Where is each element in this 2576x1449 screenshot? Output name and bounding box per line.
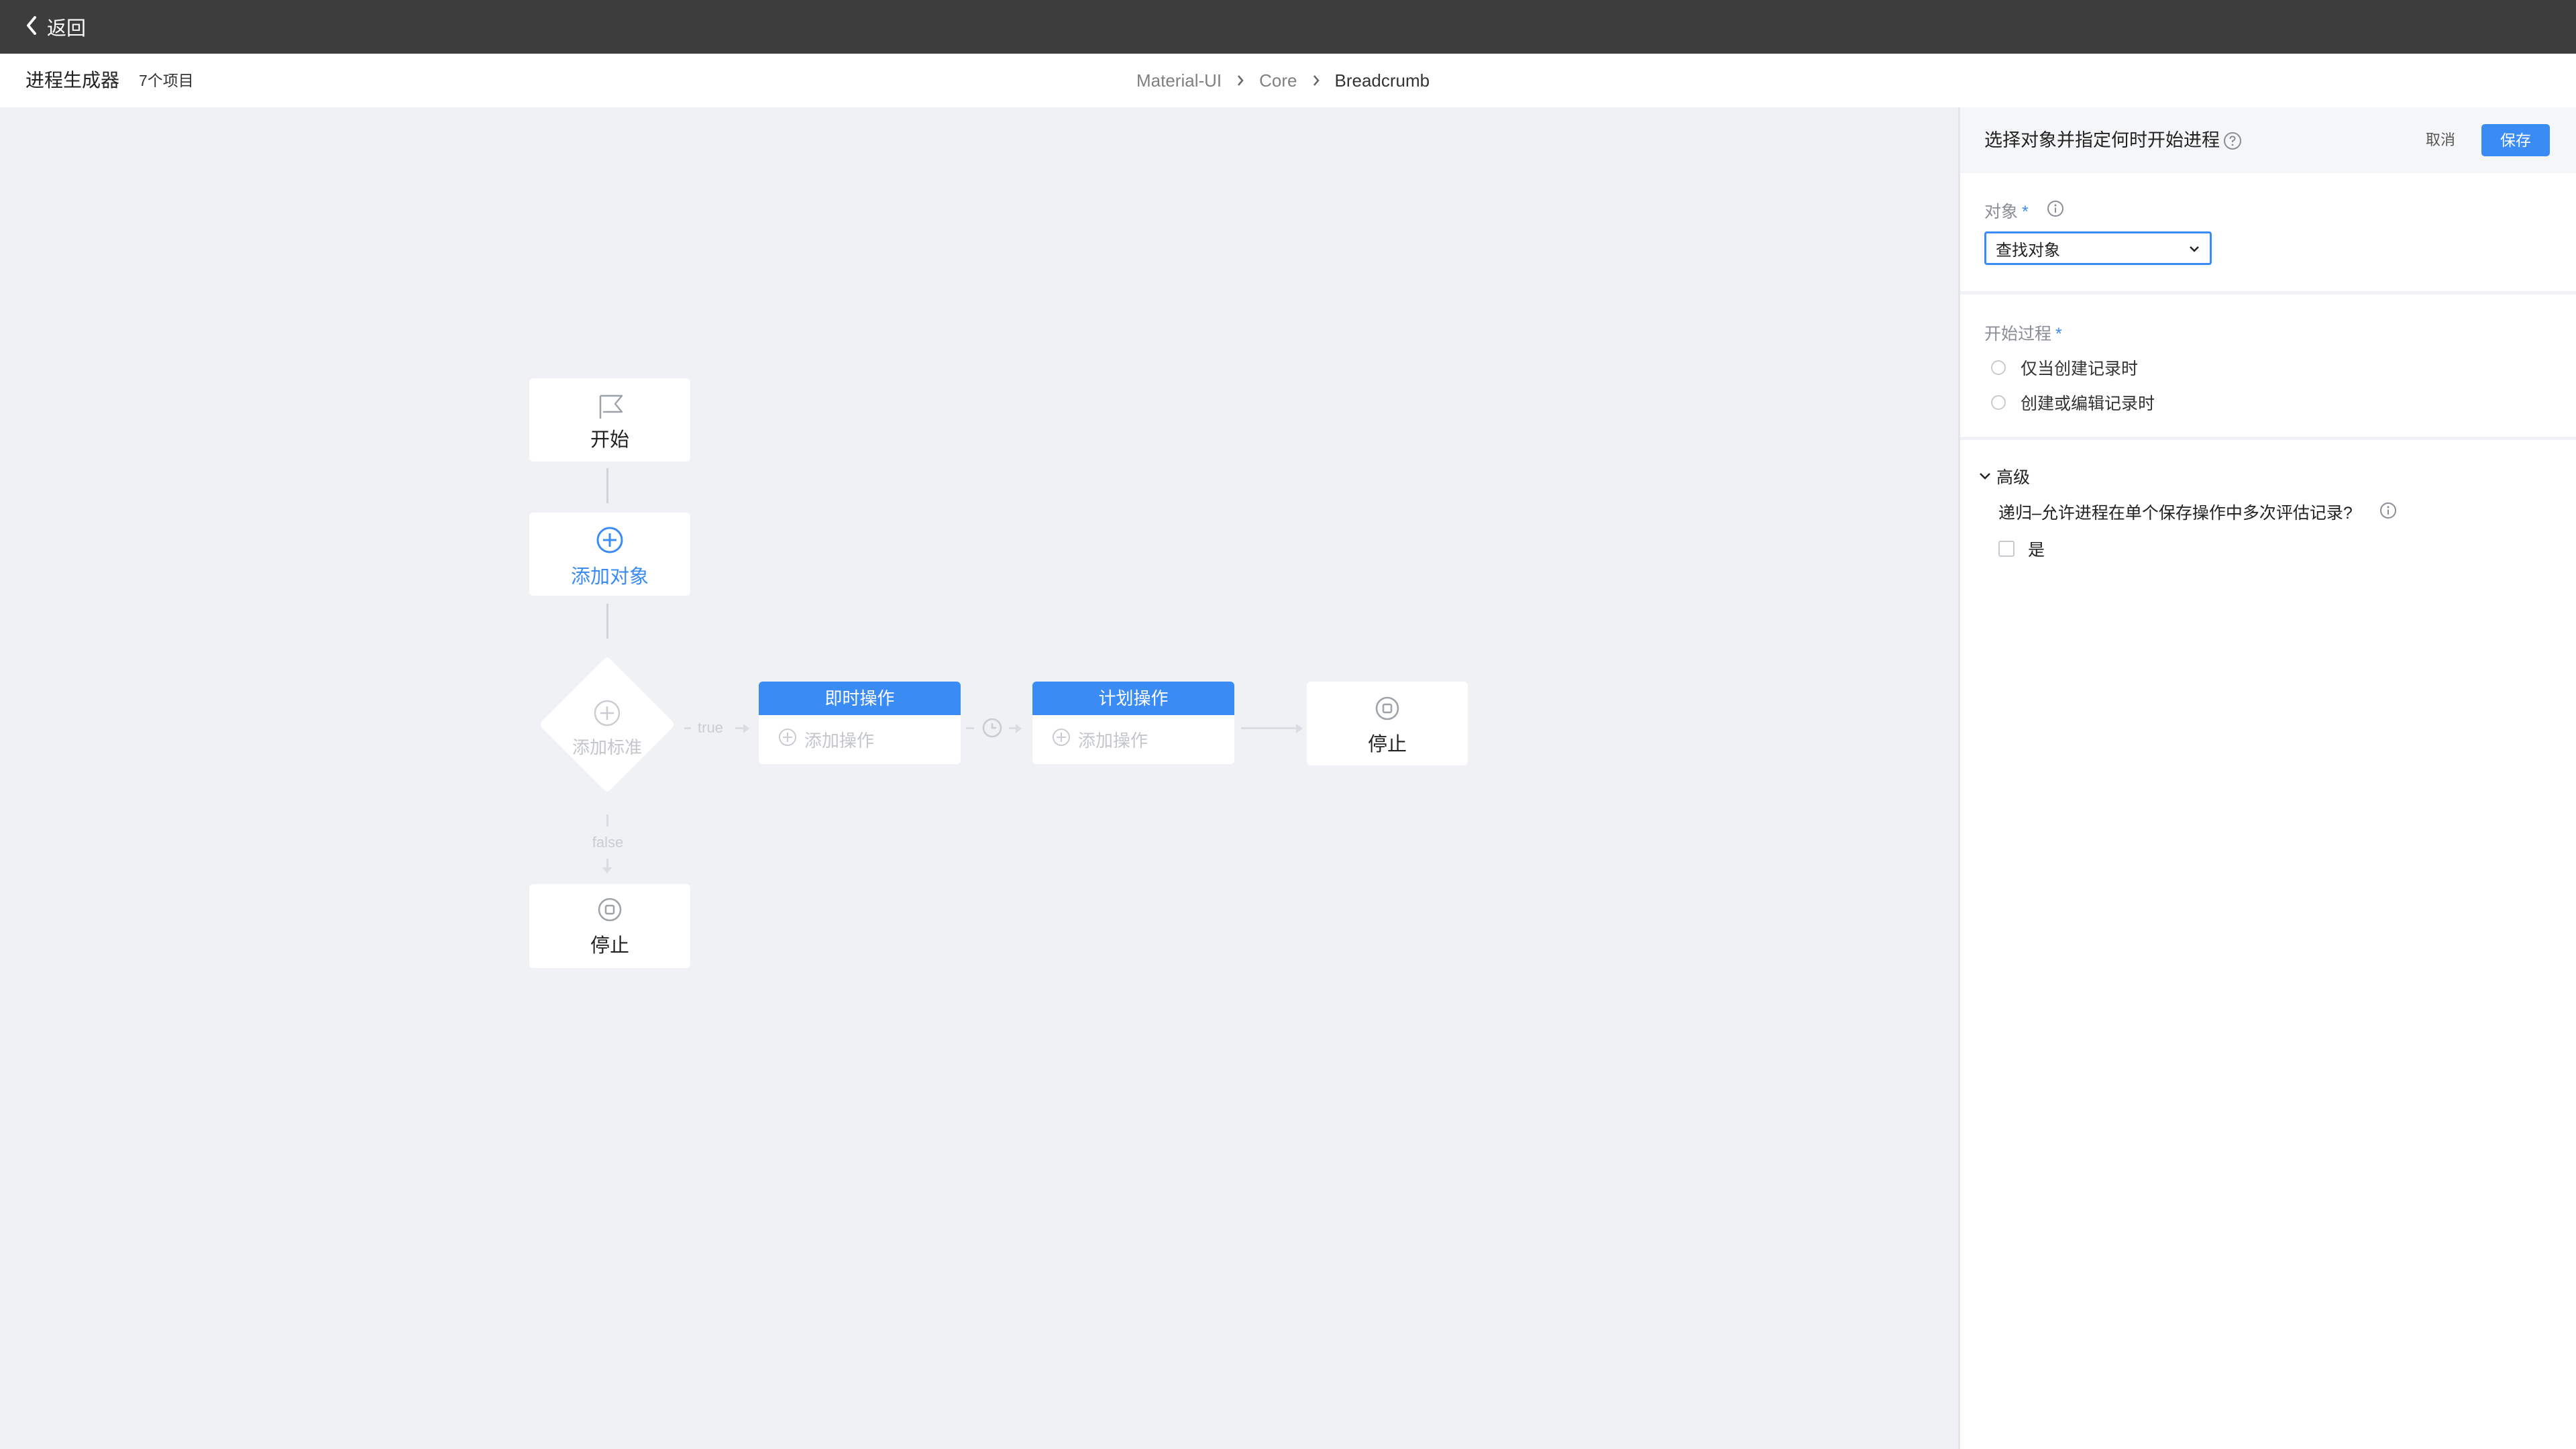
radio-button[interactable] [1991, 360, 2006, 375]
plus-circle-icon [594, 525, 625, 559]
connector-line [966, 727, 974, 729]
page-title: 进程生成器 [25, 70, 120, 91]
breadcrumb: Material-UI Core Breadcrumb [1136, 54, 1430, 107]
panel-title: 选择对象并指定何时开始进程 [1984, 130, 2220, 150]
object-select[interactable]: 查找对象 [1984, 231, 2212, 265]
section-divider [1960, 291, 2576, 294]
plus-circle-icon [777, 727, 798, 752]
arrow-down-icon [602, 867, 612, 873]
immediate-action-title: 即时操作 [759, 682, 961, 715]
stop-icon [1374, 695, 1401, 725]
add-action-button[interactable]: 添加操作 [1032, 715, 1234, 764]
recursion-checkbox-label: 是 [2028, 541, 2045, 559]
radio-option-create-only[interactable]: 仅当创建记录时 [1991, 356, 2138, 380]
chevron-left-icon [25, 15, 38, 39]
breadcrumb-item-current: Breadcrumb [1334, 70, 1430, 91]
object-label-text: 对象 [1984, 203, 2019, 221]
scheduled-action-title: 计划操作 [1032, 682, 1234, 715]
connector-line [606, 814, 608, 826]
connector-line [684, 727, 691, 729]
start-process-field-label: 开始过程 * [1984, 321, 2062, 345]
section-divider [1960, 437, 2576, 440]
radio-option-create-or-edit[interactable]: 创建或编辑记录时 [1991, 390, 2155, 415]
chevron-right-icon [1312, 74, 1320, 87]
add-object-label: 添加对象 [570, 566, 649, 588]
chevron-down-icon [2188, 239, 2200, 258]
breadcrumb-item-material-ui[interactable]: Material-UI [1136, 70, 1222, 91]
recursion-question: 递归–允许进程在单个保存操作中多次评估记录? [1998, 504, 2353, 523]
stop-node-right[interactable]: 停止 [1307, 682, 1468, 765]
flow-canvas [0, 107, 1958, 1449]
radio-option-label: 创建或编辑记录时 [2021, 394, 2155, 413]
connector-line [1241, 727, 1297, 729]
advanced-toggle[interactable]: 高级 [1978, 464, 2030, 488]
top-bar [0, 0, 2576, 54]
item-count: 7个项目 [139, 72, 194, 89]
flag-icon [596, 393, 626, 423]
start-label: 开始 [590, 429, 629, 451]
add-criteria-label: 添加标准 [572, 737, 642, 757]
stop-node-bottom[interactable]: 停止 [529, 884, 690, 968]
back-label: 返回 [47, 18, 87, 40]
object-field-label: 对象 * [1984, 199, 2029, 223]
immediate-action-card[interactable]: 即时操作 添加操作 [759, 682, 961, 764]
arrow-right-icon [1016, 724, 1022, 733]
chevron-down-icon [1978, 467, 1992, 486]
false-label: false [592, 834, 624, 851]
scheduled-action-card[interactable]: 计划操作 添加操作 [1032, 682, 1234, 764]
breadcrumb-item-core[interactable]: Core [1259, 70, 1297, 91]
true-label: true [698, 719, 723, 736]
stop-icon [596, 896, 623, 926]
arrow-right-icon [1296, 724, 1303, 733]
plus-circle-icon [592, 698, 623, 732]
recursion-checkbox[interactable] [1998, 541, 2015, 557]
required-mark: * [2055, 325, 2062, 343]
add-action-button[interactable]: 添加操作 [759, 715, 961, 764]
connector-line [606, 859, 608, 868]
add-action-label: 添加操作 [804, 731, 875, 751]
start-node[interactable]: 开始 [529, 378, 690, 462]
add-action-label: 添加操作 [1078, 731, 1148, 751]
add-criteria-node[interactable]: 添加标准 [539, 656, 676, 793]
help-circle-icon[interactable] [2222, 131, 2243, 154]
info-icon[interactable] [2379, 501, 2398, 523]
start-process-label: 开始过程 [1984, 325, 2052, 343]
arrow-right-icon [743, 724, 749, 733]
save-button[interactable]: 保存 [2481, 124, 2550, 156]
add-object-node[interactable]: 添加对象 [529, 513, 690, 596]
recursion-checkbox-row[interactable]: 是 [1998, 537, 2045, 561]
required-mark: * [2022, 203, 2029, 221]
chevron-right-icon [1236, 74, 1244, 87]
properties-panel [1958, 107, 2576, 1449]
advanced-label: 高级 [1996, 468, 2031, 487]
clock-icon [981, 716, 1004, 743]
connector-line [606, 468, 608, 503]
plus-circle-icon [1051, 727, 1071, 752]
stop-label: 停止 [590, 935, 629, 957]
back-button[interactable]: 返回 [25, 0, 86, 54]
object-select-value: 查找对象 [1996, 241, 2060, 260]
connector-line [606, 604, 608, 639]
stop-label: 停止 [1367, 734, 1407, 755]
info-icon[interactable] [2046, 199, 2065, 221]
radio-option-label: 仅当创建记录时 [2021, 360, 2139, 378]
cancel-button[interactable]: 取消 [2426, 124, 2455, 156]
radio-button[interactable] [1991, 395, 2006, 410]
